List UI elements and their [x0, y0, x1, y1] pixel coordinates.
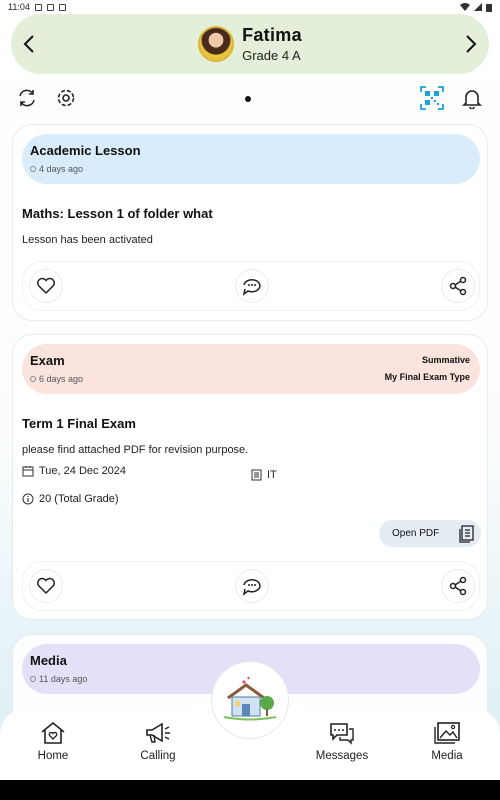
exam-category: Summative My Final Exam Type	[385, 352, 470, 386]
toolbar	[0, 86, 500, 112]
chat-icon	[242, 579, 261, 596]
student-name: Fatima	[242, 25, 302, 45]
nav-media[interactable]: Media	[407, 721, 487, 771]
notification-icon	[58, 3, 66, 11]
wifi-icon	[460, 3, 470, 11]
card-header: Academic Lesson 4 days ago	[22, 134, 480, 184]
card-type: Academic Lesson	[30, 143, 141, 158]
card-body: Lesson has been activated	[22, 234, 153, 246]
student-header: Fatima Grade 4 A	[11, 14, 489, 74]
card-time: 4 days ago	[30, 164, 472, 174]
clock-icon	[30, 376, 36, 382]
student-grade: Grade 4 A	[242, 48, 301, 63]
refresh-button[interactable]	[15, 86, 39, 110]
nav-home[interactable]: Home	[13, 721, 93, 771]
home-heart-icon	[41, 721, 65, 744]
share-button[interactable]	[441, 569, 475, 603]
card-title: Term 1 Final Exam	[22, 416, 136, 431]
exam-grade-row: 20 (Total Grade)	[22, 493, 118, 505]
signal-icon	[474, 3, 482, 11]
status-bar: 11:04	[0, 0, 500, 14]
heart-icon	[37, 577, 55, 595]
gallery-icon	[434, 722, 460, 744]
share-icon	[449, 576, 467, 596]
exam-date: Tue, 24 Dec 2024	[39, 465, 127, 477]
card-time-text: 6 days ago	[39, 374, 84, 384]
nav-messages-label: Messages	[315, 750, 369, 762]
bell-icon	[462, 90, 482, 109]
card-actions	[22, 261, 480, 311]
open-pdf-button[interactable]: Open PDF	[379, 520, 481, 547]
chevron-right-icon	[466, 35, 477, 53]
card-time-text: 4 days ago	[39, 164, 84, 174]
like-button[interactable]	[29, 569, 63, 603]
megaphone-icon	[146, 722, 170, 743]
nav-calling-label: Calling	[140, 750, 176, 762]
notification-icon	[34, 3, 42, 11]
avatar	[198, 26, 235, 62]
qr-code-icon	[420, 86, 444, 110]
clock-icon	[30, 676, 36, 682]
heart-icon	[37, 277, 55, 295]
exam-total-grade: 20 (Total Grade)	[39, 493, 119, 505]
share-button[interactable]	[441, 269, 475, 303]
info-icon	[22, 493, 34, 505]
document-icon	[251, 469, 262, 481]
settings-button[interactable]	[54, 86, 78, 110]
battery-icon	[486, 3, 492, 12]
like-button[interactable]	[29, 269, 63, 303]
pdf-document-icon	[459, 524, 474, 543]
previous-student-button[interactable]	[17, 32, 41, 56]
comment-button[interactable]	[235, 569, 269, 603]
share-icon	[449, 276, 467, 296]
open-pdf-label: Open PDF	[392, 528, 440, 539]
exam-type: My Final Exam Type	[384, 372, 470, 382]
refresh-icon	[19, 89, 35, 107]
card-actions	[22, 561, 480, 611]
clock-icon	[30, 166, 36, 172]
chat-bubbles-icon	[330, 723, 354, 745]
card-time-text: 11 days ago	[39, 674, 88, 684]
exam-subject: IT	[267, 469, 277, 481]
school-home-button[interactable]	[211, 661, 289, 739]
next-student-button[interactable]	[459, 32, 483, 56]
page-indicator	[245, 96, 251, 102]
exam-subject-row: IT	[251, 469, 277, 481]
qr-code-button[interactable]	[420, 86, 444, 110]
card-header: Exam 6 days ago Summative My Final Exam …	[22, 344, 480, 394]
settings-icon	[57, 89, 75, 107]
exam-date-row: Tue, 24 Dec 2024	[22, 465, 126, 477]
nav-messages[interactable]: Messages	[302, 721, 382, 771]
system-nav-bar	[0, 780, 500, 800]
school-house-icon	[223, 676, 277, 721]
notification-icon	[46, 3, 54, 11]
status-time: 11:04	[8, 2, 30, 12]
nav-home-label: Home	[37, 750, 69, 762]
nav-media-label: Media	[431, 750, 463, 762]
card-title: Maths: Lesson 1 of folder what	[22, 206, 213, 221]
student-profile[interactable]: Fatima Grade 4 A	[198, 25, 302, 63]
academic-lesson-card[interactable]: Academic Lesson 4 days ago Maths: Lesson…	[12, 124, 488, 321]
chat-icon	[242, 279, 261, 296]
card-body: please find attached PDF for revision pu…	[22, 444, 249, 456]
comment-button[interactable]	[235, 269, 269, 303]
notifications-button[interactable]	[460, 86, 484, 110]
nav-calling[interactable]: Calling	[118, 721, 198, 771]
chevron-left-icon	[23, 35, 34, 53]
exam-card[interactable]: Exam 6 days ago Summative My Final Exam …	[12, 334, 488, 620]
calendar-icon	[22, 466, 34, 477]
exam-kind: Summative	[421, 355, 470, 365]
